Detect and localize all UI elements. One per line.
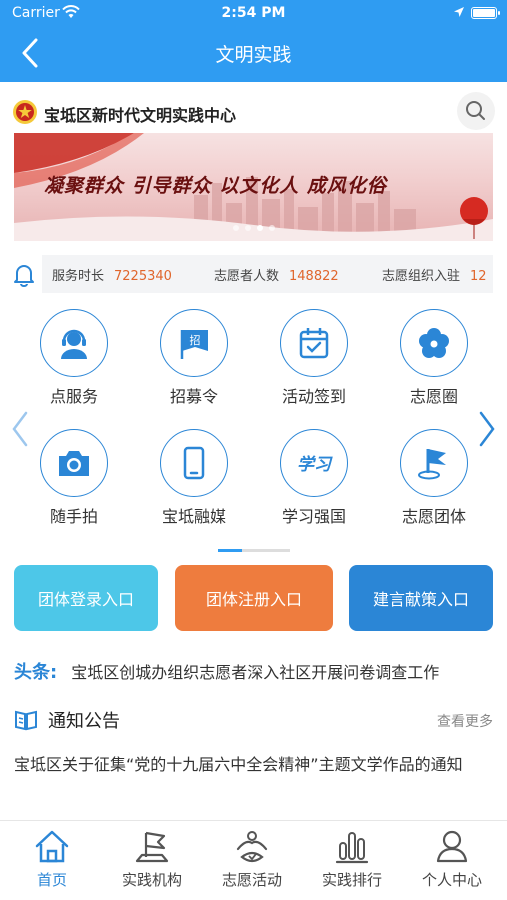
emblem-logo-icon — [13, 100, 37, 124]
headline-text: 宝坻区创城办组织志愿者深入社区开展问卷调查工作 — [71, 663, 440, 682]
grid-item-checkin[interactable]: 活动签到 — [264, 309, 364, 407]
xuexi-logo-icon: 学习 — [297, 455, 333, 475]
suggestion-button[interactable]: 建言献策入口 — [349, 565, 493, 631]
grid-item-service[interactable]: 点服务 — [24, 309, 124, 407]
tab-label: 志愿活动 — [221, 871, 282, 889]
tab-activities[interactable]: 志愿活动 — [202, 827, 302, 890]
location-icon — [454, 7, 464, 17]
flower-icon — [419, 328, 449, 358]
app-screen: Carrier 2:54 PM 文明实践 宝坻区新时代文明实践中心 凝聚群众 引… — [0, 0, 507, 900]
notice-item[interactable]: 宝坻区关于征集“党的十九届六中全会精神”主题文学作品的通知 — [14, 750, 493, 779]
stat-value: 7225340 — [114, 269, 172, 284]
grid-item-label: 活动签到 — [281, 387, 346, 406]
stat-value: 148822 — [289, 269, 339, 284]
stats-ticker: 服务时长 7225340 志愿者人数 148822 志愿组织入驻 12 — [0, 255, 507, 293]
calendar-check-icon — [299, 328, 329, 359]
tab-label: 实践机构 — [121, 871, 182, 889]
stat-label: 志愿组织入驻 — [382, 269, 461, 284]
banner-slogan: 凝聚群众 引导群众 以文化人 成风化俗 — [44, 175, 387, 197]
bell-icon — [14, 265, 34, 287]
grid-item-label: 志愿圈 — [409, 387, 458, 406]
camera-icon — [59, 451, 89, 476]
institution-flag-icon — [135, 831, 169, 863]
stat-service-hours: 服务时长 7225340 — [52, 265, 172, 284]
grid-item-label: 宝坻融媒 — [161, 507, 226, 526]
tab-home[interactable]: 首页 — [2, 827, 102, 890]
battery-icon — [471, 7, 500, 19]
grid-item-label: 随手拍 — [49, 507, 98, 526]
grid-page-indicator — [218, 549, 290, 552]
grid-item-recruit[interactable]: 招 招募令 — [144, 309, 244, 407]
tab-label: 首页 — [36, 871, 67, 889]
stat-volunteers: 志愿者人数 148822 — [214, 265, 339, 284]
tab-institutions[interactable]: 实践机构 — [102, 827, 202, 890]
headline-tag: 头条: — [14, 662, 58, 683]
headset-user-icon — [61, 329, 87, 359]
notice-header: 通知公告 查看更多 — [14, 705, 493, 735]
xuexi-logo-text: 学习 — [297, 455, 333, 475]
grid-item-label: 招募令 — [169, 387, 218, 406]
flag-pin-icon — [418, 449, 446, 480]
recruit-flag-icon: 招 — [180, 330, 208, 359]
page-title: 文明实践 — [215, 44, 292, 66]
group-login-button[interactable]: 团体登录入口 — [14, 565, 158, 631]
carousel-dots — [14, 216, 493, 235]
button-label: 团体登录入口 — [37, 590, 134, 609]
stat-label: 志愿者人数 — [214, 269, 280, 284]
view-more-link[interactable]: 查看更多 — [437, 711, 493, 731]
volunteer-activity-icon — [236, 831, 268, 863]
clock: 2:54 PM — [221, 5, 286, 21]
group-register-button[interactable]: 团体注册入口 — [175, 565, 333, 631]
user-icon — [436, 830, 468, 863]
ranking-bars-icon — [335, 832, 369, 864]
grid-item-label: 学习强国 — [281, 507, 346, 526]
grid-item-groups[interactable]: 志愿团体 — [384, 429, 484, 527]
grid-item-label: 点服务 — [49, 387, 98, 406]
stat-label: 服务时长 — [52, 269, 105, 284]
home-icon — [35, 830, 69, 863]
site-title-row: 宝坻区新时代文明实践中心 — [0, 90, 507, 130]
header: Carrier 2:54 PM 文明实践 — [0, 0, 507, 82]
recruit-badge-text: 招 — [190, 333, 201, 347]
tab-label: 个人中心 — [421, 871, 482, 889]
headline-ticker[interactable]: 头条: 宝坻区创城办组织志愿者深入社区开展问卷调查工作 — [14, 658, 494, 688]
feature-grid: 点服务 招 招募令 活动签到 志愿圈 随手拍 宝坻融媒 学习 学习强国 志愿团体 — [0, 303, 507, 553]
search-icon — [466, 101, 485, 120]
tab-ranking[interactable]: 实践排行 — [302, 827, 402, 890]
tab-bar: 首页 实践机构 志愿活动 实践排行 个人中心 — [0, 820, 507, 900]
status-bar: Carrier 2:54 PM — [0, 0, 507, 28]
book-icon — [15, 710, 37, 731]
banner-carousel[interactable]: 凝聚群众 引导群众 以文化人 成风化俗 — [14, 133, 493, 241]
notice-title: 通知公告 — [48, 711, 120, 732]
site-title: 宝坻区新时代文明实践中心 — [44, 106, 237, 125]
grid-item-snapshot[interactable]: 随手拍 — [24, 429, 124, 527]
stat-organizations: 志愿组织入驻 12 — [382, 265, 487, 284]
grid-item-media[interactable]: 宝坻融媒 — [144, 429, 244, 527]
phone-icon — [183, 446, 205, 480]
button-label: 团体注册入口 — [205, 590, 302, 609]
search-button[interactable] — [457, 92, 495, 130]
grid-item-xuexi[interactable]: 学习 学习强国 — [264, 429, 364, 527]
tab-profile[interactable]: 个人中心 — [402, 827, 502, 890]
button-label: 建言献策入口 — [372, 590, 469, 609]
stat-value: 12 — [470, 269, 487, 284]
stats-box: 服务时长 7225340 志愿者人数 148822 志愿组织入驻 12 — [42, 255, 493, 293]
grid-item-circle[interactable]: 志愿圈 — [384, 309, 484, 407]
grid-item-label: 志愿团体 — [401, 507, 466, 526]
tab-label: 实践排行 — [321, 871, 382, 889]
